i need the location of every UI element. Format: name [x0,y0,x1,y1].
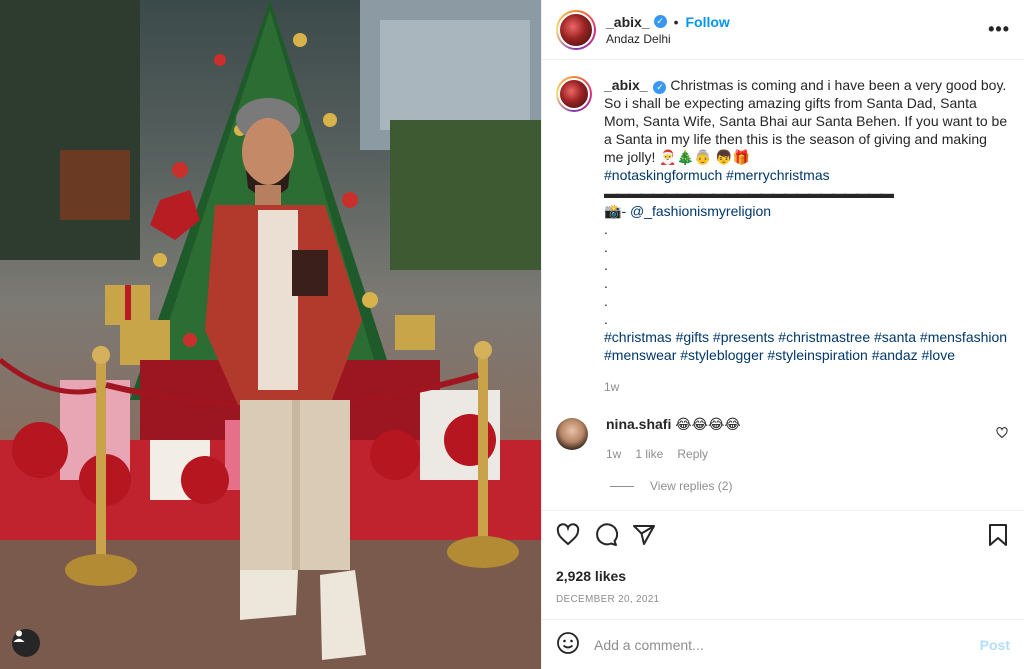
comment-likes[interactable]: 1 like [635,447,663,461]
view-replies-label: View replies (2) [650,479,733,493]
post-date[interactable]: DECEMBER 20, 2021 [556,594,1010,605]
view-replies-line [610,485,634,487]
caption-username[interactable]: _abix_ [604,77,648,93]
heart-icon[interactable] [556,523,580,550]
caption-dot: . [604,239,608,255]
photo-credit-mention[interactable]: - @_fashionismyreligion [621,203,771,219]
bookmark-icon[interactable] [986,523,1010,550]
caption-dot: . [604,221,608,237]
caption-avatar[interactable] [556,76,592,112]
add-comment-bar: Post [542,619,1024,669]
reply-button[interactable]: Reply [677,447,708,461]
post-photo[interactable] [0,0,541,669]
comment-input[interactable] [594,636,980,653]
caption-dot: . [604,293,608,309]
more-options-icon[interactable]: ••• [988,19,1010,40]
author-avatar[interactable] [556,9,596,50]
verified-badge-icon: ✓ [653,80,667,94]
caption: _abix_ ✓ Christmas is coming and i have … [556,76,1010,396]
share-icon[interactable] [632,523,656,550]
post-side-panel: _abix_ ✓ • Follow Andaz Delhi ••• _abix_… [541,0,1024,669]
caption-separator: ▬▬▬▬▬▬▬▬▬▬▬▬▬▬▬▬▬▬▬▬▬▬▬▬ [604,185,894,201]
caption-timestamp[interactable]: 1w [604,378,1010,396]
comment-item: nina.shafi 😂😂😂😂 1w 1 like Reply [556,416,1010,461]
comments-section[interactable]: _abix_ ✓ Christmas is coming and i have … [542,60,1024,510]
follow-button[interactable]: Follow [686,14,730,30]
comment-timestamp[interactable]: 1w [606,447,621,461]
separator-dot: • [673,13,679,30]
post-actions: 2,928 likes DECEMBER 20, 2021 [542,510,1024,619]
caption-dot: . [604,275,608,291]
comment-icon[interactable] [594,523,619,550]
camera-icon: 📸 [604,203,622,219]
post-comment-button[interactable]: Post [980,637,1010,653]
verified-badge-icon: ✓ [653,15,667,28]
caption-dot: . [604,311,608,327]
author-username[interactable]: _abix_ [606,14,650,30]
commenter-avatar[interactable] [556,418,588,450]
likes-count[interactable]: 2,928 likes [556,568,1010,584]
post-modal: _abix_ ✓ • Follow Andaz Delhi ••• _abix_… [0,0,1024,669]
post-location[interactable]: Andaz Delhi [606,32,730,46]
post-header: _abix_ ✓ • Follow Andaz Delhi ••• [542,0,1024,60]
photo-illustration [0,0,541,669]
caption-dot: . [604,257,608,273]
view-replies-button[interactable]: View replies (2) [610,479,1010,493]
caption-hashtags-list[interactable]: #christmas #gifts #presents #christmastr… [604,328,1010,364]
caption-hashtags[interactable]: #notaskingformuch #merrychristmas [604,166,1010,184]
comment-text: 😂😂😂😂 [675,416,741,432]
emoji-icon[interactable] [556,631,580,658]
user-tag-icon[interactable] [12,629,40,657]
commenter-username[interactable]: nina.shafi [606,416,671,432]
comment-like-heart-icon[interactable] [996,426,1008,442]
